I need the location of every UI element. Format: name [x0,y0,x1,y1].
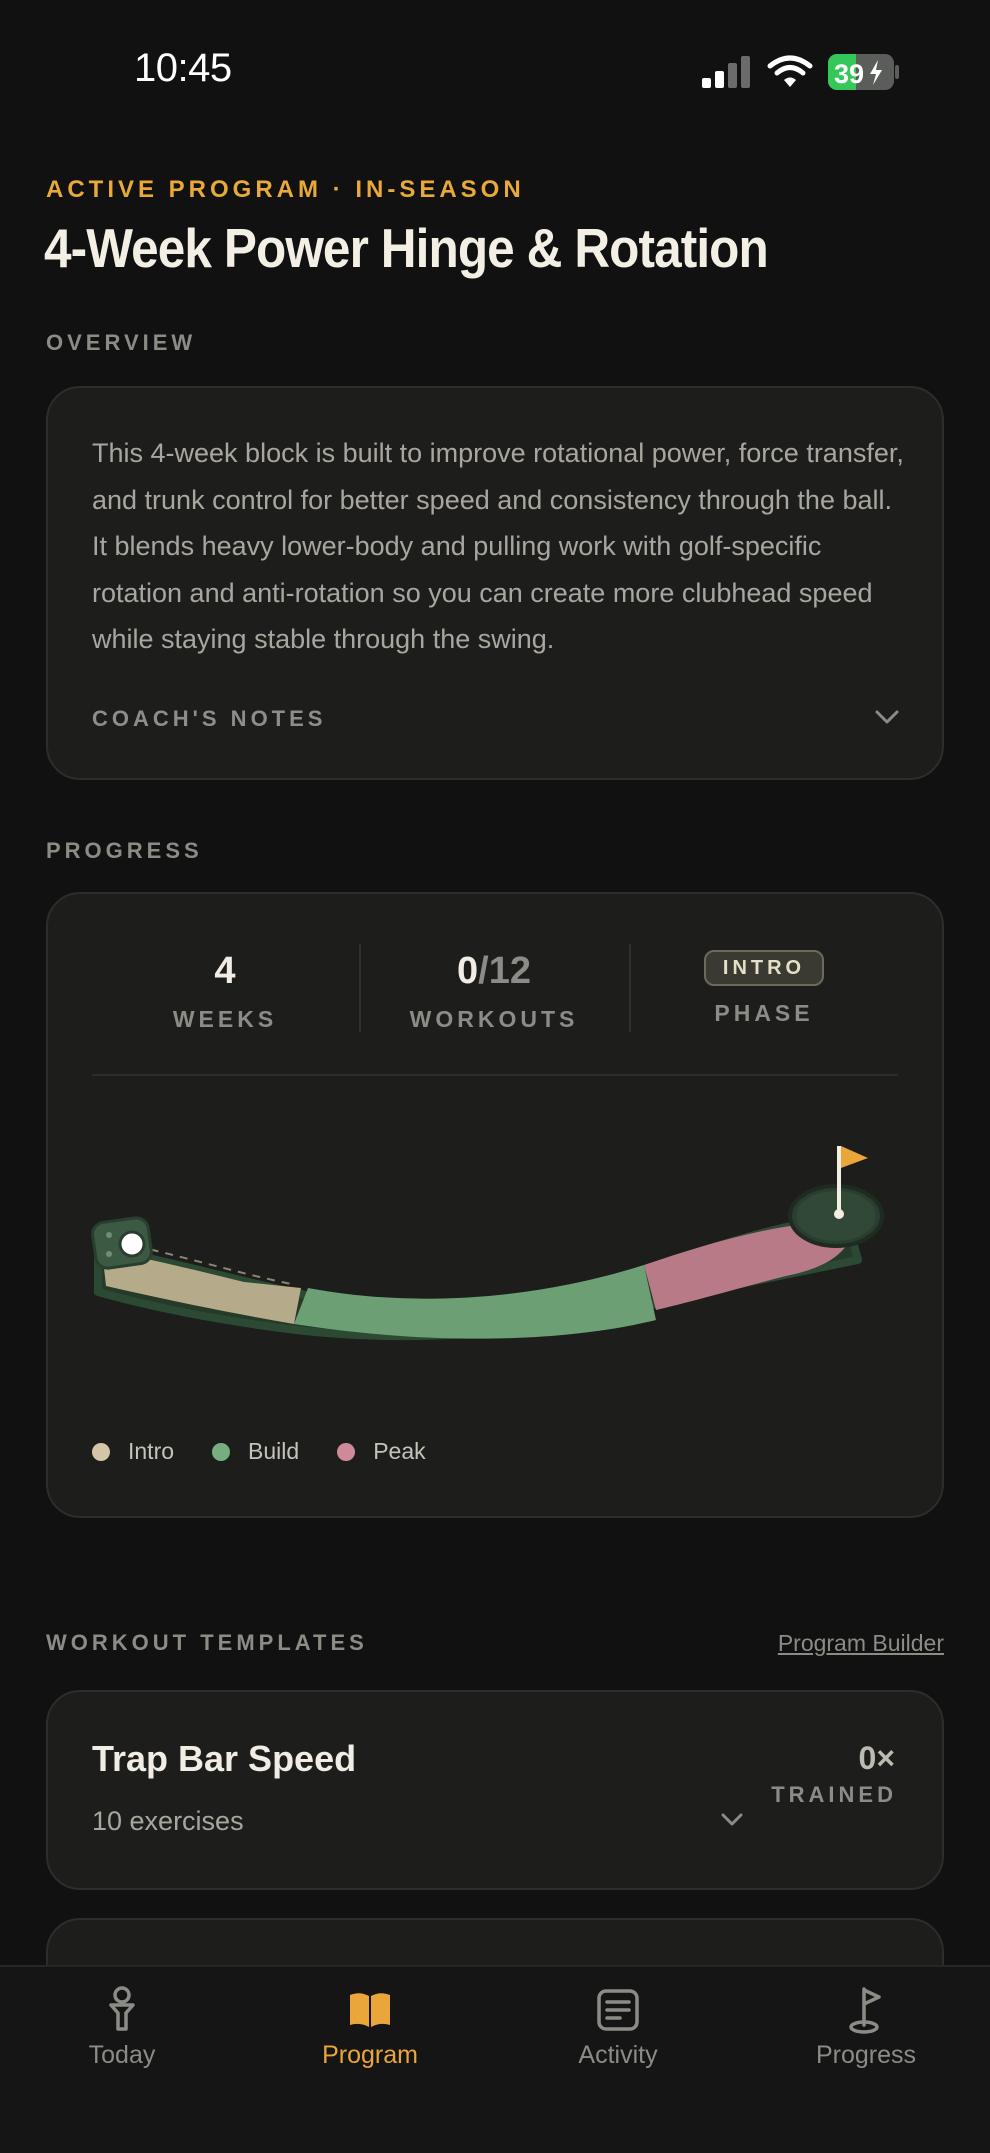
tab-label: Progress [815,2041,917,2069]
battery-level: 39 [834,59,864,89]
fairway-progress-map [46,1110,944,1360]
wifi-icon [766,54,814,90]
legend-dot-peak [337,1442,356,1461]
book-icon [270,1985,470,2035]
phase-label: PHASE [714,1000,814,1026]
page-title: 4-Week Power Hinge & Rotation [44,217,769,279]
progress-section-label: PROGRESS [46,838,203,863]
ball-marker [118,1230,146,1258]
chevron-down-icon [874,708,900,730]
flag-icon [841,1146,868,1168]
chevron-down-icon[interactable] [720,1812,744,1832]
legend-item-peak: Peak [337,1438,426,1465]
tab-program[interactable]: Program [270,1985,470,2070]
legend-dot-build [212,1442,231,1461]
templates-section-label: WORKOUT TEMPLATES [46,1630,368,1655]
legend-label: Peak [373,1438,426,1464]
legend-item-build: Build [212,1438,299,1465]
battery-icon: 39 [828,54,900,90]
weeks-label: WEEKS [172,1006,278,1032]
workouts-value: 0/12 [394,950,594,993]
tab-label: Program [322,2041,418,2069]
tab-label: Today [88,2041,156,2069]
tab-progress[interactable]: Progress [766,1985,966,2070]
tab-today[interactable]: Today [22,1985,222,2070]
workouts-total: /12 [478,950,531,992]
workouts-label: WORKOUTS [409,1006,579,1032]
trained-label: TRAINED [771,1782,897,1807]
legend-item-intro: Intro [92,1438,174,1465]
weeks-value: 4 [214,950,236,992]
program-builder-link[interactable]: Program Builder [778,1630,944,1657]
stat-divider [359,944,361,1032]
signal-icon [700,54,752,88]
list-icon [518,1985,718,2035]
legend-label: Build [248,1438,300,1464]
program-eyebrow: ACTIVE PROGRAM · IN-SEASON [46,176,525,203]
trained-count: 0× [858,1740,895,1776]
phase-legend: Intro Build Peak [92,1438,426,1465]
overview-text: This 4-week block is built to improve ro… [92,438,904,654]
stats-divider [92,1074,898,1076]
flag-icon [766,1985,966,2035]
golf-tee-icon [22,1985,222,2035]
tab-label: Activity [578,2041,658,2069]
phase-badge: INTRO [704,950,824,986]
status-time: 10:45 [134,46,232,90]
legend-dot-intro [92,1442,110,1461]
coach-notes-toggle[interactable]: COACH'S NOTES [92,700,900,740]
stat-divider [629,944,631,1032]
tab-activity[interactable]: Activity [518,1985,718,2070]
coach-notes-label: COACH'S NOTES [92,706,327,731]
overview-section-label: OVERVIEW [46,330,197,355]
legend-label: Intro [128,1438,175,1464]
workouts-done: 0 [457,950,479,992]
workout-template-name: Trap Bar Speed [92,1738,357,1779]
fairway-build-segment [294,1265,656,1339]
workout-template-count: 10 exercises [92,1806,244,1836]
